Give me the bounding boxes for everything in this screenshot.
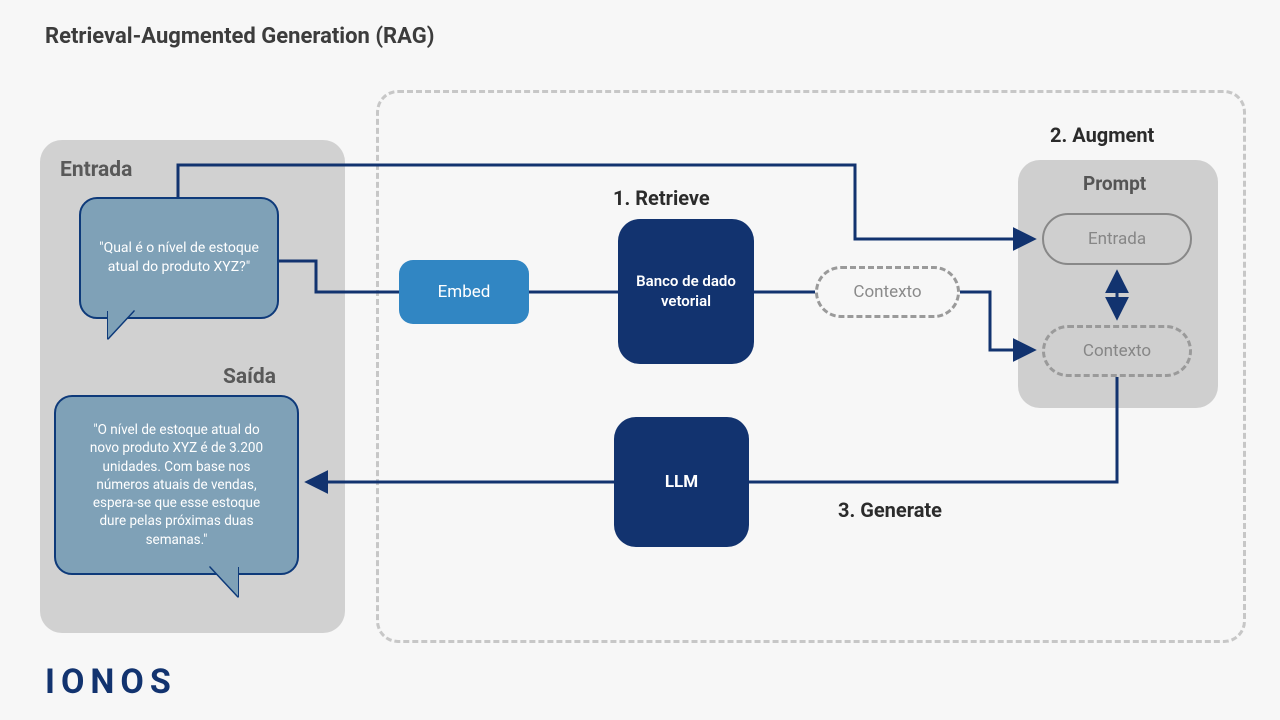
- saida-heading: Saída: [223, 365, 276, 389]
- input-speech-bubble: "Qual é o nível de estoque atual do prod…: [79, 197, 279, 319]
- output-bubble-tail: [210, 566, 238, 596]
- embed-node: Embed: [399, 260, 529, 324]
- vector-db-node: Banco de dado vetorial: [618, 219, 754, 364]
- diagram-title: Retrieval-Augmented Generation (RAG): [45, 24, 434, 49]
- context-node: Contexto: [815, 266, 960, 318]
- llm-node: LLM: [614, 417, 749, 547]
- step-retrieve-label: 1. Retrieve: [613, 186, 710, 210]
- entrada-heading: Entrada: [60, 158, 132, 182]
- augment-entrada-capsule: Entrada: [1042, 213, 1192, 265]
- augment-contexto-capsule: Contexto: [1042, 325, 1192, 377]
- input-bubble-tail: [108, 310, 134, 338]
- step-augment-label: 2. Augment: [1050, 123, 1154, 147]
- ionos-logo: IONOS: [45, 662, 177, 702]
- output-speech-bubble: "O nível de estoque atual do novo produt…: [54, 395, 299, 575]
- step-generate-label: 3. Generate: [838, 498, 942, 522]
- prompt-heading: Prompt: [1083, 172, 1146, 195]
